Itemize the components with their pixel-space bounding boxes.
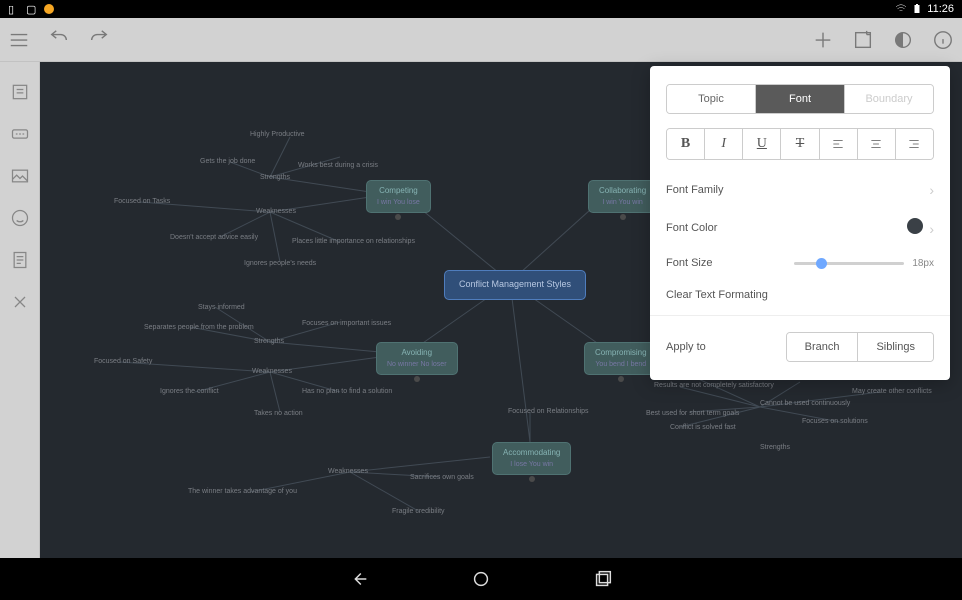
mm-label: Doesn't accept advice easily: [170, 234, 258, 241]
mm-label: Stays informed: [198, 304, 245, 311]
font-properties-panel: Topic Font Boundary B I U T Font Family …: [650, 66, 950, 380]
chevron-right-icon: ›: [929, 221, 934, 237]
notes-icon[interactable]: [10, 250, 30, 270]
menu-icon[interactable]: [8, 29, 30, 51]
node-competing[interactable]: CompetingI win You lose: [366, 180, 431, 213]
wifi-icon: [895, 3, 907, 15]
align-left-button[interactable]: [819, 129, 857, 159]
left-toolbar: [0, 62, 40, 558]
image-icon[interactable]: [10, 166, 30, 186]
mm-label: May create other conflicts: [852, 388, 932, 395]
underline-button[interactable]: U: [742, 129, 780, 159]
mm-label: Sacrifices own goals: [410, 474, 474, 481]
status-time: 11:26: [927, 3, 954, 15]
mm-label: Separates people from the problem: [144, 324, 254, 331]
android-nav-bar: [0, 558, 962, 600]
home-icon[interactable]: [470, 568, 492, 590]
redo-icon[interactable]: [88, 29, 110, 51]
mm-label: Cannot be used continuously: [760, 400, 850, 407]
mm-label: Strengths: [260, 174, 290, 181]
clear-formatting-label: Clear Text Formating: [666, 289, 768, 301]
new-sheet-icon[interactable]: [852, 29, 874, 51]
mm-label: Weaknesses: [328, 468, 368, 475]
mm-label: The winner takes advantage of you: [188, 488, 297, 495]
node-center-label: Conflict Management Styles: [459, 279, 571, 289]
mm-label: Conflict is solved fast: [670, 424, 736, 431]
mm-label: Highly Productive: [250, 131, 304, 138]
add-icon[interactable]: [812, 29, 834, 51]
outline-icon[interactable]: [10, 82, 30, 102]
italic-button[interactable]: I: [704, 129, 742, 159]
mm-label: Best used for short term goals: [646, 410, 739, 417]
mm-label: Strengths: [760, 444, 790, 451]
emoji-icon[interactable]: [10, 208, 30, 228]
mm-label: Has no plan to find a solution: [302, 388, 392, 395]
tab-font[interactable]: Font: [755, 85, 844, 113]
mm-label: Ignores the conflict: [160, 388, 219, 395]
mm-label: Takes no action: [254, 410, 303, 417]
font-size-slider[interactable]: [794, 262, 904, 265]
node-compromising[interactable]: CompromisingYou bend I bend: [584, 342, 658, 375]
mm-label: Weaknesses: [256, 208, 296, 215]
apply-branch-button[interactable]: Branch: [787, 333, 858, 361]
font-size-value: 18px: [912, 258, 934, 269]
battery-icon: [911, 3, 923, 15]
apply-siblings-button[interactable]: Siblings: [857, 333, 933, 361]
mm-label: Focused on Safety: [94, 358, 152, 365]
font-color-swatch: [907, 218, 923, 234]
markers-icon[interactable]: [10, 124, 30, 144]
mm-label: Focused on Tasks: [114, 198, 170, 205]
chevron-right-icon: ›: [929, 182, 934, 198]
align-right-button[interactable]: [895, 129, 933, 159]
main-toolbar: [0, 18, 962, 62]
android-status-bar: ▯ ▢ 11:26: [0, 0, 962, 18]
undo-icon[interactable]: [48, 29, 70, 51]
info-icon[interactable]: [932, 29, 954, 51]
bold-button[interactable]: B: [667, 129, 704, 159]
strike-button[interactable]: T: [780, 129, 818, 159]
font-size-row[interactable]: Font Size 18px: [650, 247, 950, 279]
theme-icon[interactable]: [892, 29, 914, 51]
apply-to-label: Apply to: [666, 341, 706, 353]
apply-to-row: Apply to Branch Siblings: [650, 320, 950, 362]
clear-formatting-row[interactable]: Clear Text Formating: [650, 279, 950, 311]
mm-label: Gets the job done: [200, 158, 255, 165]
screenshot-icon: ▢: [26, 3, 38, 15]
font-color-label: Font Color: [666, 222, 717, 234]
back-icon[interactable]: [348, 568, 370, 590]
collapse-icon[interactable]: [10, 292, 30, 312]
font-family-row[interactable]: Font Family ›: [650, 172, 950, 208]
font-size-label: Font Size: [666, 257, 712, 269]
mm-label: Focuses on important issues: [302, 320, 391, 327]
text-format-row: B I U T: [666, 128, 934, 160]
font-family-label: Font Family: [666, 184, 723, 196]
mm-label: Results are not completely satisfactory: [654, 382, 774, 389]
mm-label: Strengths: [254, 338, 284, 345]
node-avoiding[interactable]: AvoidingNo winner No loser: [376, 342, 458, 375]
app-notification-icon: [44, 4, 54, 14]
mm-label: Weaknesses: [252, 368, 292, 375]
node-center[interactable]: Conflict Management Styles: [444, 270, 586, 300]
align-center-button[interactable]: [857, 129, 895, 159]
mm-label: Places little importance on relationship…: [292, 238, 415, 245]
mm-label: Focuses on solutions: [802, 418, 868, 425]
tab-topic[interactable]: Topic: [667, 85, 755, 113]
node-accommodating[interactable]: AccommodatingI lose You win: [492, 442, 571, 475]
panel-tabs: Topic Font Boundary: [666, 84, 934, 114]
tab-boundary: Boundary: [844, 85, 933, 113]
mm-label: Focused on Relationships: [508, 408, 589, 415]
sd-card-icon: ▯: [8, 3, 20, 15]
font-color-row[interactable]: Font Color ›: [650, 208, 950, 247]
recent-apps-icon[interactable]: [592, 568, 614, 590]
mm-label: Ignores people's needs: [244, 260, 316, 267]
mm-label: Fragile credibility: [392, 508, 445, 515]
mm-label: Works best during a crisis: [298, 162, 378, 169]
node-collaborating[interactable]: CollaboratingI win You win: [588, 180, 657, 213]
